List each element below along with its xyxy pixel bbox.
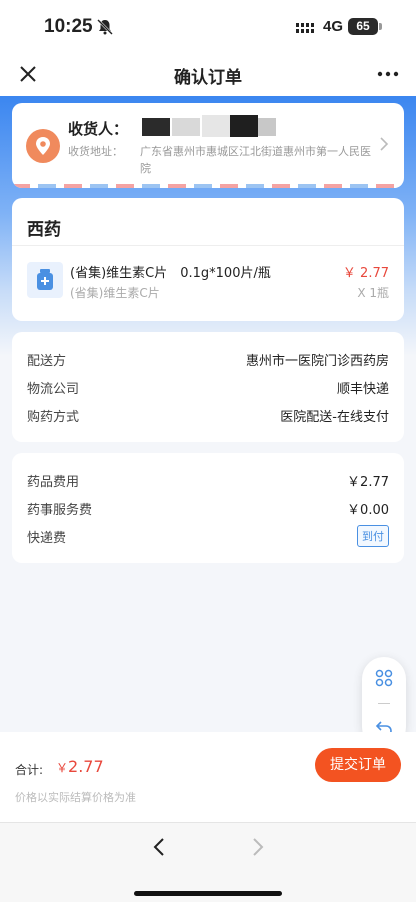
currency-symbol: ￥: [56, 761, 69, 775]
delivery-row-provider: 配送方 惠州市一医院门诊西药房: [27, 350, 389, 370]
row-value: ￥0.00: [347, 503, 389, 518]
row-value: 惠州市一医院门诊西药房: [245, 354, 389, 369]
medicine-price: ￥ 2.77: [342, 266, 389, 281]
silent-bell-icon: [97, 19, 113, 35]
forward-icon: [253, 838, 264, 856]
row-value: ￥2.77: [347, 475, 389, 490]
more-icon[interactable]: [374, 60, 402, 88]
row-label: 药品费用: [27, 475, 80, 490]
medicine-quantity: X 1瓶: [357, 286, 389, 300]
browser-toolbar: [0, 822, 416, 902]
cash-on-delivery-badge: 到付: [357, 525, 389, 547]
row-label: 配送方: [27, 354, 67, 369]
status-time: 10:25: [44, 16, 93, 37]
address-label: 收货地址：: [68, 145, 123, 158]
delivery-row-logistics: 物流公司 顺丰快递: [27, 378, 389, 398]
medicine-bottle-icon[interactable]: [27, 262, 63, 298]
medicine-section-title: 西药: [27, 220, 61, 240]
fee-row-drug: 药品费用 ￥2.77: [27, 471, 389, 491]
fee-row-shipping: 快递费 到付: [27, 525, 389, 547]
network-type: 4G: [323, 18, 344, 35]
page-title: 确认订单: [174, 68, 242, 88]
home-indicator[interactable]: [134, 891, 282, 896]
medicine-name: (省集)维生素C片 0.1g*100片/瓶: [70, 266, 271, 281]
cellular-signal-icon: [296, 23, 314, 33]
nav-bar: 确认订单: [0, 52, 416, 96]
total-amount: ￥2.77: [56, 757, 104, 776]
chevron-right-icon: [380, 137, 389, 151]
delivery-info-card: 配送方 惠州市一医院门诊西药房 物流公司 顺丰快递 购药方式 医院配送-在线支付: [12, 332, 404, 442]
order-summary-bar: 合计: ￥2.77 价格以实际结算价格为准 提交订单: [0, 732, 416, 822]
row-label: 购药方式: [27, 410, 80, 425]
fee-card: 药品费用 ￥2.77 药事服务费 ￥0.00 快递费 到付: [12, 453, 404, 563]
grid-menu-icon[interactable]: [375, 669, 393, 687]
battery-tip: [379, 23, 382, 30]
price-note: 价格以实际结算价格为准: [15, 791, 136, 804]
submit-order-button[interactable]: 提交订单: [315, 748, 401, 782]
delivery-row-method: 购药方式 医院配送-在线支付: [27, 406, 389, 426]
redacted-recipient-name: [142, 115, 276, 137]
address-card[interactable]: 收货人： 收货地址： 广东省惠州市惠城区江北街道惠州市第一人民医院: [12, 103, 404, 188]
total-value: 2.77: [68, 757, 104, 776]
airmail-border: [12, 184, 404, 188]
medicine-subtitle: (省集)维生素C片: [70, 286, 160, 300]
fee-row-service: 药事服务费 ￥0.00: [27, 499, 389, 519]
recipient-label: 收货人：: [68, 120, 129, 138]
row-value: 顺丰快递: [336, 382, 389, 397]
location-pin-icon: [26, 129, 60, 163]
divider: [12, 245, 404, 246]
status-bar: 10:25 4G 65: [0, 0, 416, 52]
row-label: 快递费: [27, 531, 67, 546]
back-icon[interactable]: [148, 835, 172, 859]
row-label: 物流公司: [27, 382, 80, 397]
battery-icon: 65: [348, 18, 378, 35]
address-text: 广东省惠州市惠城区江北街道惠州市第一人民医院: [140, 145, 371, 175]
divider: [378, 703, 390, 704]
row-value: 医院配送-在线支付: [280, 410, 389, 425]
medicine-card: 西药 (省集)维生素C片 0.1g*100片/瓶 (省集)维生素C片 ￥ 2.7…: [12, 198, 404, 321]
row-label: 药事服务费: [27, 503, 93, 518]
total-label: 合计:: [15, 763, 44, 777]
